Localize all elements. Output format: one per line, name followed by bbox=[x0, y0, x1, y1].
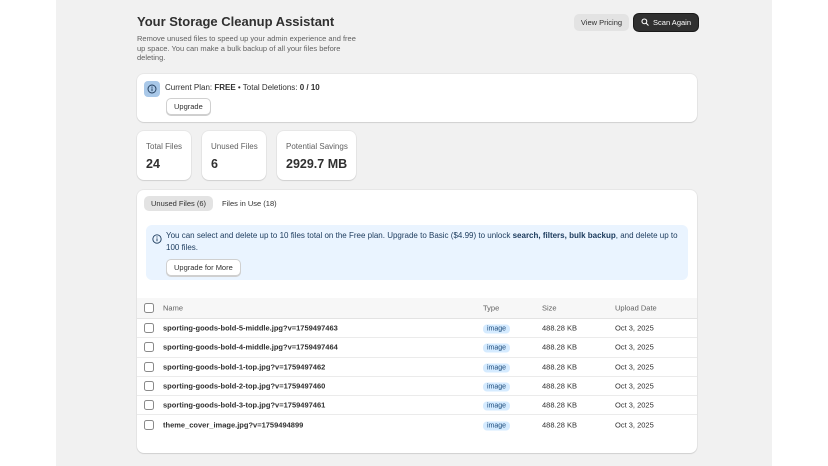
upload-date: Oct 3, 2025 bbox=[615, 323, 654, 333]
info-icon bbox=[144, 81, 160, 97]
stat-total-files: Total Files 24 bbox=[137, 131, 191, 180]
upgrade-for-more-button[interactable]: Upgrade for More bbox=[166, 259, 241, 276]
row-checkbox[interactable] bbox=[144, 420, 154, 431]
file-name: theme_cover_image.jpg?v=1759494899 bbox=[163, 420, 304, 430]
app-frame: Your Storage Cleanup Assistant Remove un… bbox=[56, 0, 772, 466]
stat-value: 6 bbox=[211, 157, 218, 171]
tab-unused-files[interactable]: Unused Files (6) bbox=[144, 196, 214, 211]
page-header: Your Storage Cleanup Assistant Remove un… bbox=[137, 14, 698, 63]
checkbox-box bbox=[144, 323, 154, 334]
plan-prefix: Current Plan: bbox=[165, 83, 215, 92]
file-size: 488.28 KB bbox=[542, 342, 578, 352]
stat-potential-savings: Potential Savings 2929.7 MB bbox=[277, 131, 356, 180]
table-row[interactable]: sporting-goods-bold-1-top.jpg?v=17594974… bbox=[137, 358, 697, 377]
file-name: sporting-goods-bold-5-middle.jpg?v=17594… bbox=[163, 323, 338, 333]
file-size: 488.28 KB bbox=[542, 420, 578, 430]
plan-card: Current Plan: FREE • Total Deletions: 0 … bbox=[137, 74, 697, 122]
file-name: sporting-goods-bold-4-middle.jpg?v=17594… bbox=[163, 342, 338, 352]
table-row[interactable]: sporting-goods-bold-2-top.jpg?v=17594974… bbox=[137, 377, 697, 397]
type-badge: image bbox=[483, 401, 511, 411]
plan-separator: • Total Deletions: bbox=[235, 83, 300, 92]
file-type: image bbox=[483, 401, 511, 411]
file-type: image bbox=[483, 343, 511, 353]
file-type: image bbox=[483, 324, 511, 334]
files-card: Unused Files (6) Files in Use (18) You c… bbox=[137, 190, 697, 453]
row-checkbox[interactable] bbox=[144, 400, 154, 411]
row-checkbox[interactable] bbox=[144, 361, 154, 372]
upload-date: Oct 3, 2025 bbox=[615, 400, 654, 410]
stat-label: Total Files bbox=[146, 142, 183, 151]
banner-text-start: You can select and delete up to 10 files… bbox=[166, 231, 513, 240]
type-badge: image bbox=[483, 421, 511, 431]
plan-status: Current Plan: FREE • Total Deletions: 0 … bbox=[165, 83, 320, 92]
checkbox-box bbox=[144, 420, 154, 431]
checkbox-box bbox=[144, 303, 154, 313]
table-row[interactable]: sporting-goods-bold-3-top.jpg?v=17594974… bbox=[137, 396, 697, 416]
search-icon bbox=[641, 17, 649, 28]
row-checkbox[interactable] bbox=[144, 342, 154, 353]
file-size: 488.28 KB bbox=[542, 400, 578, 410]
upgrade-banner: You can select and delete up to 10 files… bbox=[146, 225, 688, 280]
tab-files-in-use[interactable]: Files in Use (18) bbox=[215, 196, 284, 211]
checkbox-box bbox=[144, 400, 154, 411]
select-all-checkbox[interactable] bbox=[144, 303, 154, 313]
info-icon bbox=[152, 231, 162, 249]
table-row[interactable]: sporting-goods-bold-5-middle.jpg?v=17594… bbox=[137, 319, 697, 339]
stat-label: Unused Files bbox=[211, 142, 258, 151]
upload-date: Oct 3, 2025 bbox=[615, 381, 654, 391]
checkbox-box bbox=[144, 361, 154, 372]
column-header-size: Size bbox=[542, 303, 557, 313]
file-size: 488.28 KB bbox=[542, 323, 578, 333]
file-name: sporting-goods-bold-3-top.jpg?v=17594974… bbox=[163, 400, 326, 410]
view-pricing-button[interactable]: View Pricing bbox=[573, 14, 630, 31]
stat-value: 24 bbox=[146, 157, 160, 171]
header-actions: View Pricing Scan Again bbox=[573, 14, 698, 31]
file-name: sporting-goods-bold-2-top.jpg?v=17594974… bbox=[163, 381, 326, 391]
upload-date: Oct 3, 2025 bbox=[615, 342, 654, 352]
stat-unused-files: Unused Files 6 bbox=[202, 131, 266, 180]
upgrade-button[interactable]: Upgrade bbox=[166, 98, 211, 115]
column-header-type: Type bbox=[483, 303, 500, 313]
files-table: Name Type Size Upload Date sporting-good… bbox=[137, 298, 697, 435]
type-badge: image bbox=[483, 343, 511, 353]
upgrade-label: Upgrade bbox=[174, 102, 203, 111]
row-checkbox[interactable] bbox=[144, 323, 154, 334]
file-name: sporting-goods-bold-1-top.jpg?v=17594974… bbox=[163, 362, 326, 372]
table-header: Name Type Size Upload Date bbox=[137, 298, 697, 319]
column-header-name: Name bbox=[163, 303, 184, 313]
view-pricing-label: View Pricing bbox=[580, 18, 623, 27]
banner-message: You can select and delete up to 10 files… bbox=[166, 230, 684, 254]
upload-date: Oct 3, 2025 bbox=[615, 420, 654, 430]
type-badge: image bbox=[483, 363, 511, 373]
file-type: image bbox=[483, 421, 511, 431]
scan-again-label: Scan Again bbox=[653, 18, 691, 27]
table-row[interactable]: theme_cover_image.jpg?v=1759494899 image… bbox=[137, 415, 697, 434]
column-header-upload-date: Upload Date bbox=[615, 303, 657, 313]
page-subtitle: Remove unused files to speed up your adm… bbox=[137, 34, 356, 62]
file-type: image bbox=[483, 382, 511, 392]
file-type: image bbox=[483, 362, 511, 373]
banner-text-bold: search, filters, bulk backup bbox=[512, 231, 616, 240]
type-badge: image bbox=[483, 324, 511, 334]
plan-name: FREE bbox=[214, 83, 236, 92]
stat-value: 2929.7 MB bbox=[286, 157, 348, 171]
file-tabs: Unused Files (6) Files in Use (18) bbox=[144, 196, 284, 211]
scan-again-button[interactable]: Scan Again bbox=[634, 14, 698, 31]
upgrade-for-more-label: Upgrade for More bbox=[174, 263, 233, 272]
type-badge: image bbox=[483, 382, 511, 392]
file-size: 488.28 KB bbox=[542, 381, 578, 391]
upload-date: Oct 3, 2025 bbox=[615, 362, 654, 372]
stat-label: Potential Savings bbox=[286, 142, 348, 151]
row-checkbox[interactable] bbox=[144, 381, 154, 392]
file-size: 488.28 KB bbox=[542, 362, 578, 372]
deletions-count: 0 / 10 bbox=[299, 83, 320, 92]
table-row[interactable]: sporting-goods-bold-4-middle.jpg?v=17594… bbox=[137, 338, 697, 358]
checkbox-box bbox=[144, 342, 154, 353]
checkbox-box bbox=[144, 381, 154, 392]
